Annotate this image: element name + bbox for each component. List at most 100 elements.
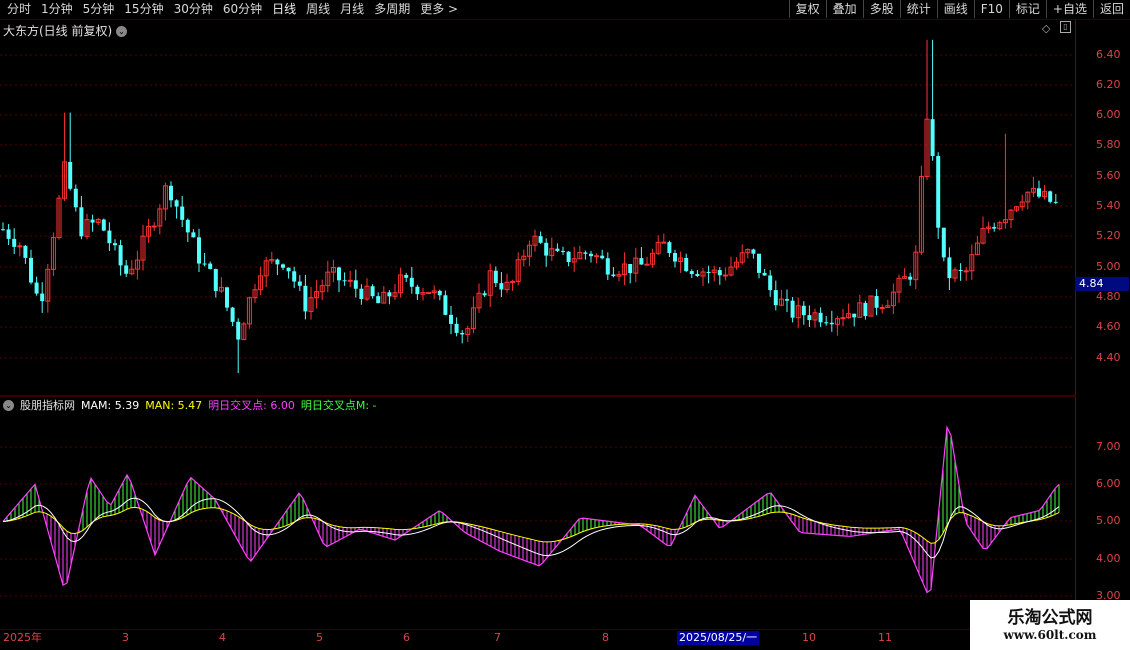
- indicator-tick: 6.00: [1096, 477, 1121, 490]
- candle-body-down: [689, 271, 694, 275]
- watermark-url: www.60lt.com: [1003, 628, 1097, 642]
- candle-body-down: [353, 280, 358, 289]
- candle-body-down: [947, 257, 952, 279]
- candle-body-down: [684, 257, 689, 272]
- candle-body-down: [230, 307, 235, 322]
- candle-body-down: [460, 332, 465, 335]
- candle-body-down: [118, 245, 123, 266]
- price-tick: 5.40: [1096, 199, 1121, 212]
- date-label: 3: [122, 631, 129, 644]
- candle-body-down: [611, 274, 616, 277]
- candle-body-down: [561, 250, 565, 252]
- candle-body-down: [566, 251, 571, 263]
- candle-body-down: [6, 229, 11, 239]
- candle-body-up: [963, 270, 969, 273]
- date-cursor-label: 2025/08/25/一: [677, 631, 760, 645]
- candle-body-down: [23, 245, 28, 258]
- price-tick: 5.60: [1096, 169, 1121, 182]
- candle-body-up: [151, 225, 157, 228]
- candle-body-down: [454, 323, 459, 333]
- candle-body-down: [583, 252, 588, 254]
- candle-body-down: [863, 302, 868, 317]
- candle-body-down: [673, 253, 677, 262]
- current-price-tag: 4.84: [1075, 277, 1129, 291]
- candle-body-down: [589, 253, 593, 257]
- candle-body-down: [785, 299, 789, 301]
- candle-body-down: [180, 206, 185, 220]
- indicator-tick: 4.00: [1096, 552, 1121, 565]
- candle-body-down: [818, 312, 823, 323]
- candle-body-down: [337, 267, 341, 281]
- candle-body-down: [376, 296, 381, 304]
- candle-body-down: [605, 258, 610, 275]
- candle-body-down: [482, 293, 487, 296]
- candle-body-down: [555, 248, 560, 251]
- candle-body-down: [717, 270, 722, 276]
- price-tick: 4.60: [1096, 320, 1121, 333]
- candle-body-down: [40, 293, 45, 302]
- candle-body-down: [292, 271, 297, 282]
- candle-body-down: [90, 219, 95, 223]
- candle-body-down: [415, 286, 420, 295]
- candle-body-down: [185, 219, 190, 233]
- candle-body-down: [73, 188, 78, 208]
- candle-body-down: [169, 185, 173, 201]
- back-button[interactable]: 返回: [1092, 0, 1130, 18]
- candle-body-down: [213, 268, 218, 292]
- candle-body-up: [722, 274, 728, 277]
- candle-body-down: [667, 242, 672, 254]
- candle-body-down: [538, 236, 543, 243]
- candle-body-down: [829, 322, 834, 325]
- candle-body-down: [236, 321, 241, 340]
- candle-body-down: [908, 276, 913, 280]
- kline-chart[interactable]: [0, 0, 1075, 630]
- candle-body-down: [639, 258, 644, 265]
- candle-body-down: [68, 161, 73, 189]
- watermark-title: 乐淘公式网: [1007, 608, 1093, 628]
- candle-body-down: [449, 314, 453, 324]
- candle-body-down: [297, 281, 302, 286]
- date-label: 2025年: [3, 631, 42, 644]
- candle-body-down: [124, 265, 129, 274]
- candle-body-down: [197, 237, 201, 264]
- candle-body-up: [510, 280, 516, 283]
- candle-body-up: [594, 255, 600, 258]
- candle-body-up: [879, 306, 885, 309]
- watermark-logo: 乐淘公式网 www.60lt.com: [970, 600, 1130, 650]
- candle-body-down: [1053, 201, 1058, 203]
- price-tick: 6.20: [1096, 78, 1121, 91]
- man-line: [2, 506, 1060, 544]
- candle-body-down: [790, 300, 795, 318]
- candle-body-down: [174, 200, 179, 207]
- candle-body-up: [644, 263, 650, 266]
- candle-body-down: [409, 277, 414, 287]
- candle-body-down: [992, 227, 997, 229]
- candle-body-down: [437, 290, 442, 296]
- date-label: 6: [403, 631, 410, 644]
- cross-point-line: [2, 425, 1060, 594]
- candle-body-down: [113, 243, 117, 246]
- candle-body-down: [404, 274, 409, 278]
- candle-body-down: [225, 287, 229, 308]
- candle-body-down: [768, 275, 773, 291]
- candle-body-down: [930, 119, 935, 157]
- candle-body-down: [359, 288, 364, 300]
- candle-body-up: [426, 292, 432, 295]
- candle-body-down: [958, 269, 963, 271]
- candle-body-down: [191, 232, 196, 238]
- candle-body-down: [706, 271, 711, 273]
- candle-body-down: [824, 322, 829, 324]
- candle-body-down: [79, 207, 84, 237]
- candle-body-down: [101, 219, 106, 231]
- candle-body-up: [840, 317, 846, 320]
- candle-body-down: [801, 305, 806, 316]
- price-tick: 6.00: [1096, 108, 1121, 121]
- candle-body-down: [1, 229, 5, 231]
- candle-body-down: [342, 280, 347, 282]
- candle-body-down: [303, 285, 308, 312]
- price-tick: 4.40: [1096, 351, 1121, 364]
- candle-body-down: [600, 255, 605, 259]
- candle-body-down: [874, 296, 879, 308]
- indicator-tick: 5.00: [1096, 514, 1121, 527]
- date-label: 4: [219, 631, 226, 644]
